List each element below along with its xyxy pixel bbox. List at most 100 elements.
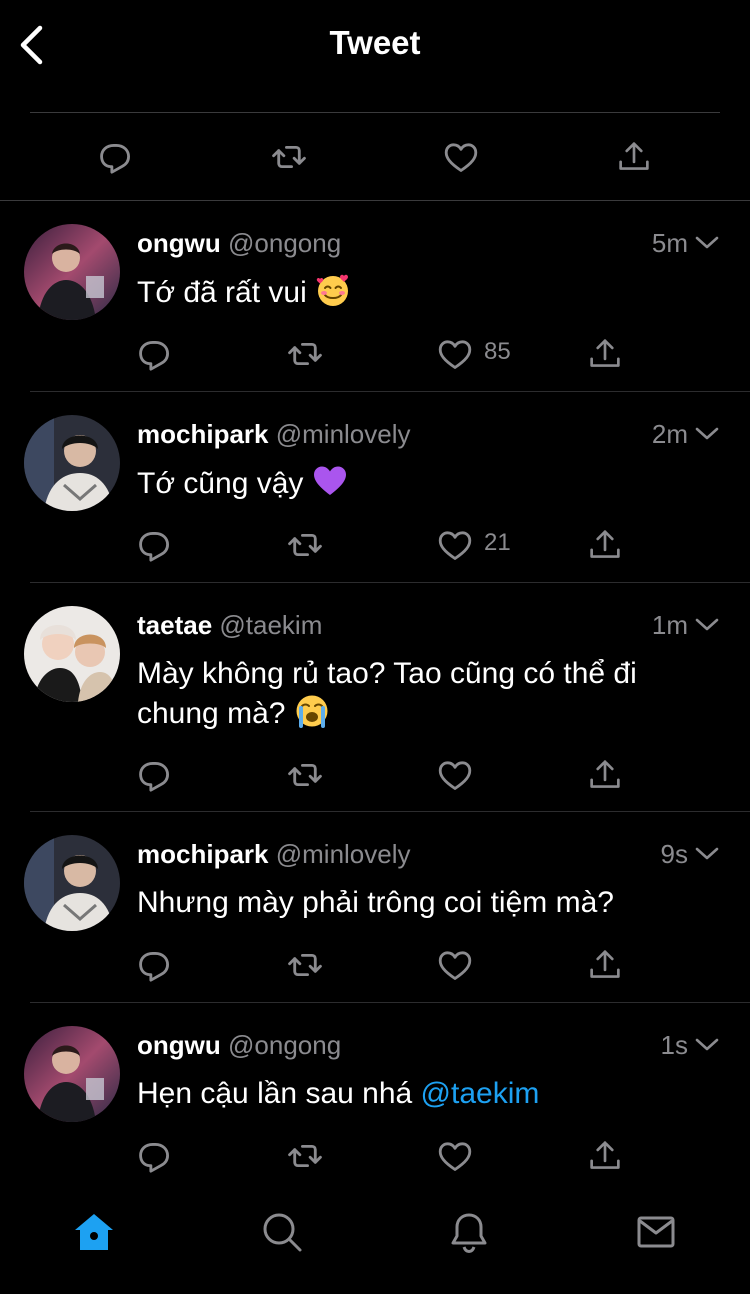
display-name[interactable]: mochipark [137,839,269,869]
retweet-button[interactable] [267,135,311,179]
share-button[interactable] [612,135,656,179]
purple-heart-icon [313,466,346,495]
like-button[interactable] [433,332,477,376]
retweet-button[interactable] [283,332,327,376]
share-button[interactable] [583,943,627,987]
display-name[interactable]: taetae [137,610,212,640]
reply-button[interactable] [134,332,178,376]
search-icon [263,1213,302,1252]
reply-button[interactable] [134,753,178,797]
home-icon [75,1214,113,1250]
retweet-icon [288,953,322,977]
tab-search[interactable] [258,1208,306,1256]
avatar[interactable] [24,835,120,931]
handle[interactable]: @ongong [228,1030,341,1060]
share-button[interactable] [583,332,627,376]
timestamp: 1m [651,610,688,640]
reply-tweet[interactable]: mochipark @minlovely 9s Nhưng mày phải t… [0,835,750,1002]
share-icon [590,339,620,367]
share-button[interactable] [583,1134,627,1178]
tweet-text: Tớ đã rất vui [137,272,717,312]
divider [30,582,750,583]
share-button[interactable] [583,753,627,797]
divider [0,200,750,201]
reply-button[interactable] [95,135,139,179]
tweet-text: Hẹn cậu lần sau nhá @taekim [137,1077,540,1110]
share-icon [590,530,620,558]
display-name[interactable]: ongwu [137,1030,221,1060]
tweet-author: mochipark @minlovely [137,839,411,870]
display-name[interactable]: mochipark [137,419,269,449]
handle[interactable]: @ongong [228,228,341,258]
reply-tweet[interactable]: ongwu @ongong 1s Hẹn cậu lần sau nhá @ta… [0,1026,750,1186]
chevron-down-icon[interactable] [694,841,720,867]
tweet-author: ongwu @ongong [137,1030,341,1061]
like-button[interactable] [433,943,477,987]
handle[interactable]: @taekim [219,610,322,640]
timestamp: 9s [660,839,688,869]
reply-icon [139,1143,169,1173]
like-count: 21 [484,529,511,556]
like-button[interactable] [433,753,477,797]
retweet-icon [288,763,322,787]
reply-tweet[interactable]: taetae @taekim 1m Mày không rủ tao? Tao … [0,606,750,811]
share-button[interactable] [583,523,627,567]
heart-icon [438,340,472,369]
divider [30,391,750,392]
reply-button[interactable] [134,1134,178,1178]
tab-bar [0,1190,750,1294]
timestamp: 5m [651,228,688,258]
reply-button[interactable] [134,523,178,567]
share-icon [590,760,620,788]
header: Tweet [0,0,750,90]
divider [30,1002,750,1003]
divider [30,811,750,812]
heart-icon [438,1142,472,1171]
reply-icon [100,144,130,174]
retweet-icon [272,145,306,169]
avatar[interactable] [24,224,120,320]
tab-messages[interactable] [632,1208,680,1256]
heart-icon [438,531,472,560]
chevron-down-icon[interactable] [694,1032,720,1058]
reply-tweet[interactable]: mochipark @minlovely 2m Tớ cũng vậy 21 [0,415,750,582]
display-name[interactable]: ongwu [137,228,221,258]
chevron-down-icon[interactable] [694,421,720,447]
page-title: Tweet [329,24,421,61]
heart-icon [438,761,472,790]
tweet-actions [0,1134,750,1178]
retweet-button[interactable] [283,1134,327,1178]
reply-icon [139,762,169,792]
retweet-button[interactable] [283,943,327,987]
avatar[interactable] [24,606,120,702]
reply-icon [139,341,169,371]
avatar[interactable] [24,415,120,511]
retweet-button[interactable] [283,753,327,797]
notifications-icon [451,1213,487,1254]
handle[interactable]: @minlovely [276,419,411,449]
mention-link[interactable]: @taekim [421,1077,540,1110]
avatar[interactable] [24,1026,120,1122]
reply-button[interactable] [134,943,178,987]
tweet-text: Tớ cũng vậy [137,463,717,503]
reply-tweet[interactable]: ongwu @ongong 5m Tớ đã rất vui 85 [0,224,750,391]
heart-icon [444,143,478,172]
share-icon [590,950,620,978]
tweet-author: taetae @taekim [137,610,322,641]
handle[interactable]: @minlovely [276,839,411,869]
like-button[interactable] [439,135,483,179]
like-button[interactable] [433,523,477,567]
timestamp: 2m [651,419,688,449]
tweet-text: Mày không rủ tao? Tao cũng có thể đi chu… [137,657,637,730]
retweet-button[interactable] [283,523,327,567]
retweet-icon [288,533,322,557]
reply-icon [139,952,169,982]
retweet-icon [288,342,322,366]
tab-home[interactable] [70,1208,118,1256]
tweet-actions: 85 [0,332,750,376]
like-button[interactable] [433,1134,477,1178]
chevron-down-icon[interactable] [694,612,720,638]
tab-notifications[interactable] [445,1208,493,1256]
chevron-down-icon[interactable] [694,230,720,256]
tweet-actions: 21 [0,523,750,567]
